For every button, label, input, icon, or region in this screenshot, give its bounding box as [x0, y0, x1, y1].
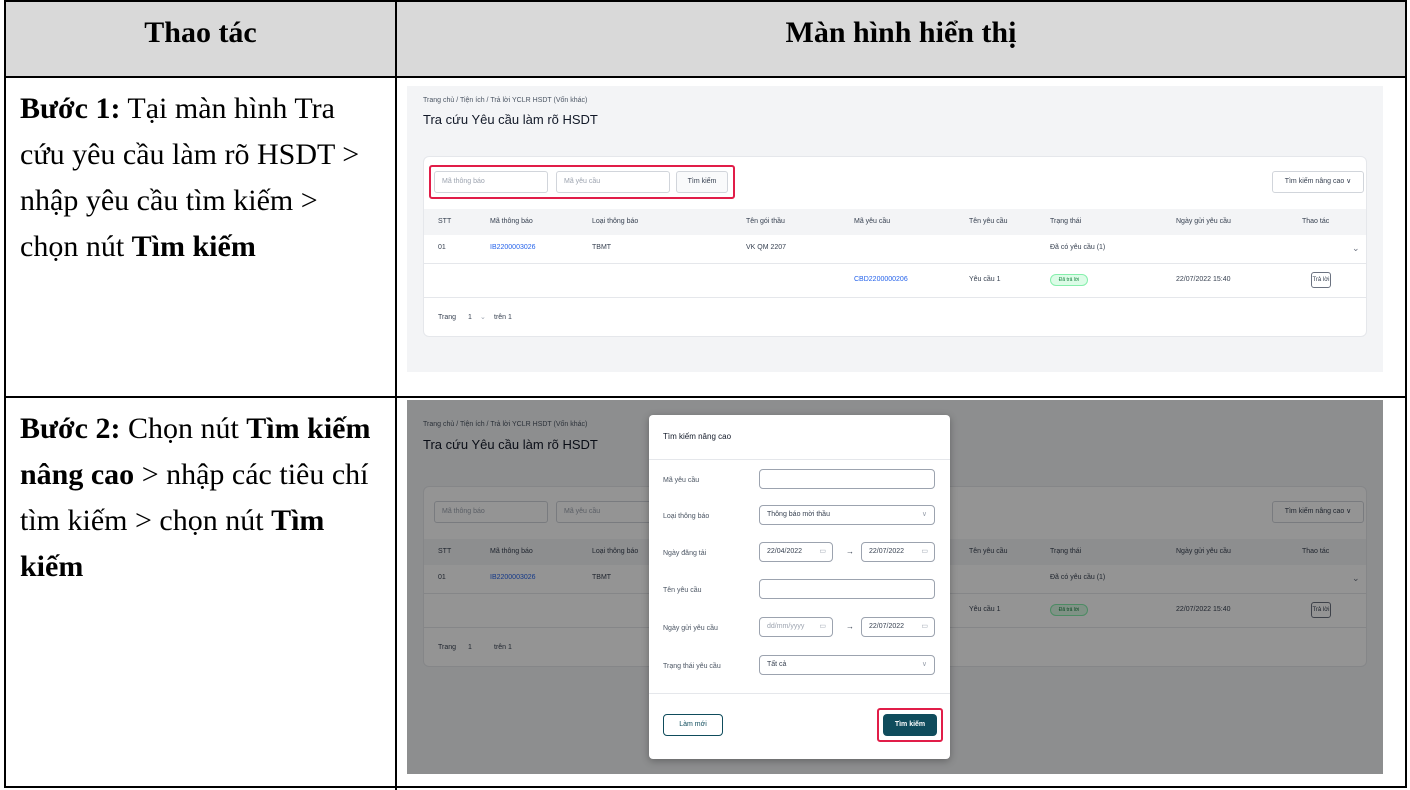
- posted-from-field[interactable]: 22/04/2022 ▭: [759, 542, 833, 562]
- page-title: Tra cứu Yêu cầu làm rõ HSDT: [423, 112, 598, 127]
- row2-request-code-link[interactable]: CBD2200000206: [854, 276, 908, 283]
- posted-to-value: 22/07/2022: [869, 548, 905, 555]
- range-arrow-icon: →: [846, 547, 854, 556]
- col-notice-type: Loại thông báo: [592, 218, 639, 225]
- pagination-chevron-icon[interactable]: ⌄: [480, 313, 486, 321]
- search-card: Mã thông báo Mã yêu cầu Tìm kiếm Tìm kiế…: [423, 156, 1367, 337]
- table-header-row: Thao tác Màn hình hiển thị: [6, 2, 1405, 78]
- reset-button[interactable]: Làm mới: [663, 714, 723, 736]
- col-notice-code: Mã thông báo: [490, 218, 533, 225]
- header-screen-text: Màn hình hiển thị: [785, 16, 1017, 49]
- col-action: Thao tác: [1302, 218, 1330, 225]
- row2-sent-date: 22/07/2022 15:40: [1176, 276, 1231, 283]
- request-code-field[interactable]: [759, 469, 935, 489]
- step2-label: Bước 2:: [20, 412, 121, 445]
- modal-divider: [649, 459, 950, 460]
- posted-to-field[interactable]: 22/07/2022 ▭: [861, 542, 935, 562]
- step2-screen-cell: Trang chủ / Tiện ích / Trả lời YCLR HSDT…: [397, 398, 1405, 790]
- calendar-icon: ▭: [819, 623, 826, 630]
- row-divider: [424, 297, 1366, 298]
- row-divider: [424, 263, 1366, 264]
- step1-screen-cell: Trang chủ / Tiện ích / Trả lời YCLR HSDT…: [397, 78, 1405, 396]
- sent-date-label: Ngày gửi yêu cầu: [663, 625, 718, 632]
- posted-date-label: Ngày đăng tải: [663, 550, 707, 557]
- step2-description-cell: Bước 2: Chọn nút Tìm kiếm nâng cao > nhậ…: [6, 398, 397, 790]
- calendar-icon: ▭: [921, 548, 928, 555]
- pagination-page-select[interactable]: 1: [468, 314, 472, 321]
- posted-from-value: 22/04/2022: [767, 548, 803, 555]
- chevron-down-icon: ∨: [921, 511, 927, 518]
- sent-from-field[interactable]: dd/mm/yyyy ▭: [759, 617, 833, 637]
- col-request-name: Tên yêu cầu: [969, 218, 1008, 225]
- highlight-box: [877, 708, 943, 742]
- sent-to-value: 22/07/2022: [869, 623, 905, 630]
- row1-status: Đã có yêu cầu (1): [1050, 244, 1106, 251]
- request-code-label: Mã yêu cầu: [663, 477, 700, 484]
- status-select[interactable]: Tất cả ∨: [759, 655, 935, 675]
- advanced-search-modal: Tìm kiếm nâng cao Mã yêu cầu Loại thông …: [649, 415, 950, 759]
- highlight-box: [429, 165, 735, 199]
- col-stt: STT: [438, 218, 452, 225]
- pagination-label: Trang: [438, 314, 457, 321]
- step2-row: Bước 2: Chọn nút Tìm kiếm nâng cao > nhậ…: [6, 398, 1405, 790]
- modal-title: Tìm kiếm nâng cao: [663, 432, 732, 441]
- range-arrow-icon: →: [846, 622, 854, 631]
- chevron-down-icon: ∨: [921, 661, 927, 668]
- breadcrumb[interactable]: Trang chủ / Tiện ích / Trả lời YCLR HSDT…: [423, 97, 587, 104]
- col-status: Trạng thái: [1050, 218, 1082, 225]
- col-request-code: Mã yêu cầu: [854, 218, 891, 225]
- step2-body-a: Chọn nút: [120, 412, 247, 445]
- table-header: STT Mã thông báo Loại thông báo Tên gói …: [424, 209, 1366, 235]
- row1-notice-code-link[interactable]: IB2200003026: [490, 244, 536, 251]
- status-value: Tất cả: [767, 661, 787, 668]
- search-screen: Trang chủ / Tiện ích / Trả lời YCLR HSDT…: [407, 86, 1383, 372]
- modal-divider: [649, 693, 950, 694]
- expand-chevron-icon[interactable]: ⌄: [1352, 243, 1360, 254]
- row1-stt: 01: [438, 244, 446, 251]
- calendar-icon: ▭: [921, 623, 928, 630]
- step1-row: Bước 1: Tại màn hình Tra cứu yêu cầu làm…: [6, 78, 1405, 398]
- row1-package: VK QM 2207: [746, 244, 787, 251]
- col-package: Tên gói thầu: [746, 218, 785, 225]
- advanced-search-screen: Trang chủ / Tiện ích / Trả lời YCLR HSDT…: [407, 400, 1383, 774]
- sent-from-placeholder: dd/mm/yyyy: [767, 623, 805, 630]
- pagination-total: trên 1: [494, 314, 512, 321]
- row1-notice-type: TBMT: [592, 244, 612, 251]
- header-cell-action: Thao tác: [6, 2, 397, 76]
- header-cell-screen: Màn hình hiển thị: [397, 2, 1405, 76]
- status-label: Trạng thái yêu cầu: [663, 663, 721, 670]
- row2-request-name: Yêu cầu 1: [969, 276, 1001, 283]
- col-sent-date: Ngày gửi yêu cầu: [1176, 218, 1231, 225]
- header-action-text: Thao tác: [144, 16, 257, 49]
- sent-to-field[interactable]: 22/07/2022 ▭: [861, 617, 935, 637]
- status-badge: Đã trả lời: [1050, 274, 1088, 286]
- reply-button[interactable]: Trả lời: [1311, 272, 1331, 288]
- notice-type-label: Loại thông báo: [663, 513, 710, 520]
- step1-text: Bước 1: Tại màn hình Tra cứu yêu cầu làm…: [6, 78, 395, 270]
- step1-button-name: Tìm kiếm: [131, 230, 256, 263]
- step2-text: Bước 2: Chọn nút Tìm kiếm nâng cao > nhậ…: [6, 398, 395, 590]
- notice-type-value: Thông báo mời thầu: [767, 511, 830, 518]
- instruction-table: Thao tác Màn hình hiển thị Bước 1: Tại m…: [4, 0, 1407, 790]
- request-name-label: Tên yêu cầu: [663, 587, 702, 594]
- step1-label: Bước 1:: [20, 92, 121, 125]
- step1-description-cell: Bước 1: Tại màn hình Tra cứu yêu cầu làm…: [6, 78, 397, 396]
- advanced-search-button[interactable]: Tìm kiếm nâng cao ∨: [1272, 171, 1364, 193]
- notice-type-select[interactable]: Thông báo mời thầu ∨: [759, 505, 935, 525]
- request-name-field[interactable]: [759, 579, 935, 599]
- calendar-icon: ▭: [819, 548, 826, 555]
